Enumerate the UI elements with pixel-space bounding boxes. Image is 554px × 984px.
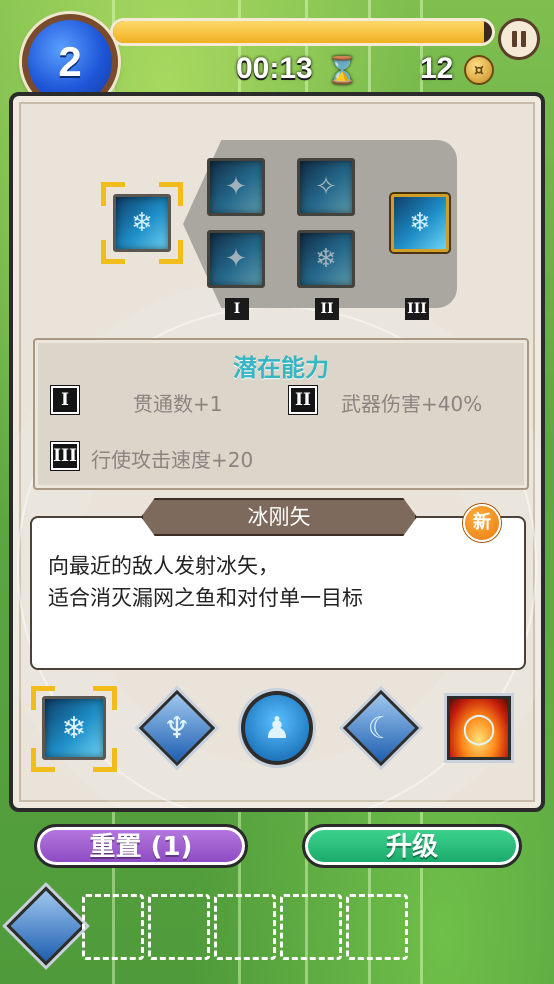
skill-description-box: 向最近的敌人发射冰矢， 适合消灭漏网之鱼和对付单一目标 [30, 516, 526, 670]
trident-icon: ♆ [138, 689, 216, 767]
hourglass-icon: ⌛ [326, 56, 359, 86]
ice-arrow-icon: ❄ [42, 696, 106, 760]
skill-panel: ❄ ✦ ✧ ✦ ❄ ❄ I II III 潜在能力 I 贯通数+1 II 武器伤… [9, 92, 545, 812]
upgrade-button[interactable]: 升级 [302, 824, 522, 868]
skill-name-banner: 冰刚矢 [141, 498, 417, 536]
skill-choice-scepter[interactable]: ☾ [342, 689, 420, 767]
evolution-skill-icon[interactable]: ✧ [297, 158, 355, 216]
tier-label-3: III [405, 298, 429, 320]
ice-arrow-skill-icon[interactable]: ❄ [113, 194, 171, 252]
skill-choice-trident[interactable]: ♆ [138, 689, 216, 767]
evolution-skill-icon[interactable]: ❄ [297, 230, 355, 288]
evolution-skill-icon[interactable]: ✦ [207, 230, 265, 288]
description-line: 适合消灭漏网之鱼和对付单一目标 [48, 586, 363, 610]
pause-button[interactable] [498, 18, 540, 60]
level-number: 2 [58, 38, 82, 85]
description-line: 向最近的敌人发射冰矢， [48, 554, 279, 578]
xp-bar-fill [113, 21, 485, 43]
coin-count: 12 [420, 52, 454, 85]
ultimate-skill-icon[interactable]: ❄ [391, 194, 449, 252]
inventory-slot-empty[interactable] [148, 894, 210, 960]
potential-badge: III [50, 441, 80, 471]
tier-label-1: I [225, 298, 249, 320]
inventory-slot-empty[interactable] [346, 894, 408, 960]
skill-choice-fire-ring[interactable]: ◯ [443, 692, 515, 764]
fire-ring-icon: ◯ [447, 696, 511, 760]
potential-abilities-box: 潜在能力 I 贯通数+1 II 武器伤害+40% III 行使攻击速度+20 [33, 338, 529, 490]
coin-icon: ¤ [464, 55, 494, 85]
new-badge: 新 [463, 504, 501, 542]
inventory-slot-empty[interactable] [214, 894, 276, 960]
potential-item: 武器伤害+40% [341, 392, 483, 416]
potential-title: 潜在能力 [233, 354, 329, 382]
shadow-figure-icon: ♟ [241, 691, 313, 765]
xp-bar [110, 18, 495, 46]
reset-button[interactable]: 重置 (1) [34, 824, 248, 868]
potential-badge: I [50, 385, 80, 415]
scepter-icon: ☾ [342, 689, 420, 767]
skill-description: 向最近的敌人发射冰矢， 适合消灭漏网之鱼和对付单一目标 [48, 550, 363, 614]
timer: 00:13 [236, 52, 313, 85]
potential-item: 贯通数+1 [133, 392, 223, 416]
inventory-slot-empty[interactable] [82, 894, 144, 960]
evolution-skill-icon[interactable]: ✦ [207, 158, 265, 216]
skill-choice-shadow[interactable]: ♟ [241, 691, 313, 765]
inventory-slot-empty[interactable] [280, 894, 342, 960]
pause-icon [512, 31, 517, 47]
tier-label-2: II [315, 298, 339, 320]
skill-choice-ice-arrow[interactable]: ❄ [38, 692, 110, 764]
potential-item: 行使攻击速度+20 [91, 448, 254, 472]
pause-icon [521, 31, 526, 47]
potential-badge: II [288, 385, 318, 415]
